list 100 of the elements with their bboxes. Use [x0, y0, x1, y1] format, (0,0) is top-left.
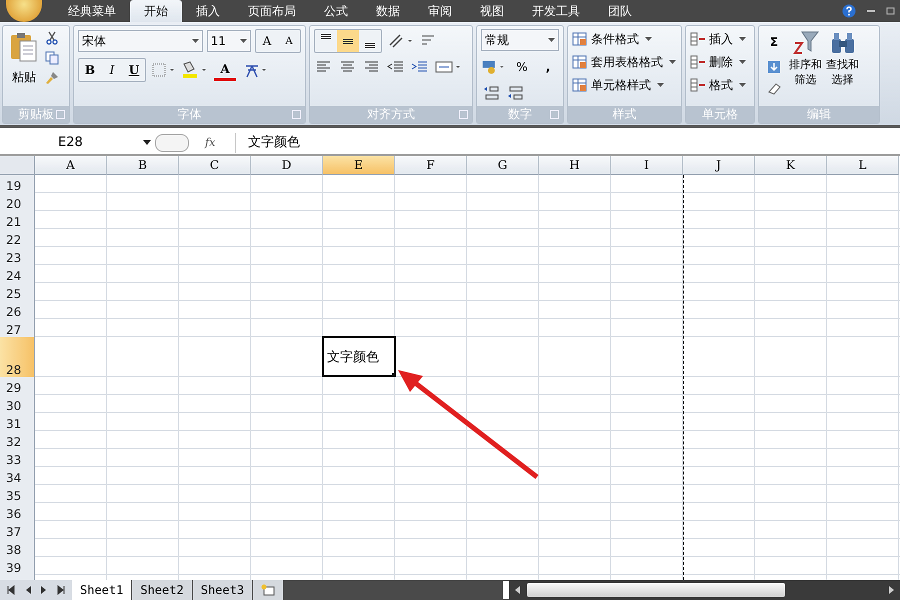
- autosum-button[interactable]: Σ: [763, 31, 785, 53]
- insert-sheet-tab[interactable]: [253, 580, 284, 600]
- shrink-font-button[interactable]: A: [278, 30, 300, 52]
- row-header[interactable]: 38: [0, 539, 35, 557]
- bold-button[interactable]: B: [79, 59, 101, 81]
- help-icon[interactable]: [842, 4, 856, 18]
- column-header[interactable]: K: [755, 156, 827, 175]
- format-painter-icon[interactable]: [45, 71, 59, 85]
- cut-icon[interactable]: [45, 31, 59, 45]
- last-sheet-icon[interactable]: [56, 585, 66, 595]
- row-header[interactable]: 24: [0, 265, 35, 283]
- split-handle[interactable]: [503, 581, 510, 599]
- row-header[interactable]: 32: [0, 431, 35, 449]
- scrollbar-thumb[interactable]: [527, 583, 786, 597]
- row-header[interactable]: 27: [0, 319, 35, 337]
- ribbon-tab[interactable]: 插入: [182, 0, 234, 22]
- row-header[interactable]: 33: [0, 449, 35, 467]
- fill-handle[interactable]: [392, 373, 396, 377]
- ribbon-tab[interactable]: 公式: [310, 0, 362, 22]
- font-color-button[interactable]: A: [214, 59, 236, 81]
- ribbon-tab[interactable]: 团队: [594, 0, 646, 22]
- ribbon-tab[interactable]: 数据: [362, 0, 414, 22]
- number-format-field[interactable]: 常规: [481, 29, 559, 51]
- row-header[interactable]: 23: [0, 247, 35, 265]
- column-header[interactable]: F: [395, 156, 467, 175]
- caret-icon: [548, 38, 555, 42]
- grow-font-button[interactable]: A: [256, 30, 278, 52]
- row-header[interactable]: 37: [0, 521, 35, 539]
- next-sheet-icon[interactable]: [40, 585, 48, 595]
- cells-icon: [690, 77, 706, 93]
- row-header[interactable]: 20: [0, 193, 35, 211]
- row-header[interactable]: 26: [0, 301, 35, 319]
- cells-menu-button[interactable]: 格式: [690, 75, 750, 95]
- sheet-tab[interactable]: Sheet3: [192, 580, 254, 600]
- ribbon-tab[interactable]: 审阅: [414, 0, 466, 22]
- row-header[interactable]: 34: [0, 467, 35, 485]
- sort-filter-button[interactable]: 排序和 筛选: [789, 29, 822, 87]
- ribbon-tab[interactable]: 经典菜单: [54, 0, 130, 22]
- column-header[interactable]: G: [467, 156, 539, 175]
- eraser-icon[interactable]: [766, 81, 782, 97]
- column-header[interactable]: D: [251, 156, 323, 175]
- column-header[interactable]: H: [539, 156, 611, 175]
- middle-align-button[interactable]: [337, 30, 359, 52]
- scroll-left-icon[interactable]: [513, 585, 522, 595]
- row-header[interactable]: 28: [0, 337, 35, 377]
- paste-button[interactable]: 粘贴: [7, 29, 41, 88]
- insert-function-button[interactable]: fx: [205, 136, 216, 149]
- row-header[interactable]: 30: [0, 395, 35, 413]
- style-menu-button[interactable]: 套用表格格式: [572, 52, 677, 72]
- row-header[interactable]: 19: [0, 175, 35, 193]
- row-header[interactable]: 31: [0, 413, 35, 431]
- column-header[interactable]: B: [107, 156, 179, 175]
- style-menu-button[interactable]: 条件格式: [572, 29, 677, 49]
- office-button[interactable]: [6, 0, 42, 22]
- first-sheet-icon[interactable]: [6, 585, 16, 595]
- row-header[interactable]: 21: [0, 211, 35, 229]
- ribbon-tab[interactable]: 视图: [466, 0, 518, 22]
- row-header[interactable]: 35: [0, 485, 35, 503]
- active-cell-text[interactable]: 文字颜色: [322, 336, 396, 377]
- ribbon-tab[interactable]: 开发工具: [518, 0, 594, 22]
- comma-button[interactable]: ,: [537, 56, 559, 78]
- caret-icon: [645, 37, 652, 41]
- row-header[interactable]: 29: [0, 377, 35, 395]
- find-select-button[interactable]: 查找和 选择: [826, 29, 859, 87]
- name-box[interactable]: E28: [0, 135, 155, 150]
- fill-down-icon[interactable]: [766, 59, 782, 75]
- row-header[interactable]: 25: [0, 283, 35, 301]
- row-header[interactable]: 22: [0, 229, 35, 247]
- cells-menu-button[interactable]: 删除: [690, 52, 750, 72]
- cells-menu-button[interactable]: 插入: [690, 29, 750, 49]
- horizontal-scrollbar[interactable]: [509, 580, 900, 600]
- ribbon-tab[interactable]: 开始: [130, 0, 182, 22]
- italic-button[interactable]: I: [101, 59, 123, 81]
- scroll-right-icon[interactable]: [888, 585, 896, 595]
- group-label: 对齐方式: [367, 106, 415, 123]
- minimize-icon[interactable]: [866, 9, 876, 13]
- previous-sheet-icon[interactable]: [24, 585, 32, 595]
- cells-icon: [690, 31, 706, 47]
- column-header[interactable]: C: [179, 156, 251, 175]
- underline-button[interactable]: U: [123, 59, 145, 81]
- style-menu-button[interactable]: 单元格样式: [572, 75, 677, 95]
- row-header[interactable]: 39: [0, 557, 35, 575]
- column-header[interactable]: J: [683, 156, 755, 175]
- column-header[interactable]: A: [35, 156, 107, 175]
- sheet-tab[interactable]: Sheet2: [132, 580, 193, 600]
- caret-icon: [739, 83, 746, 87]
- font-size-field[interactable]: 11: [206, 30, 251, 52]
- percent-button[interactable]: %: [511, 56, 533, 78]
- column-header[interactable]: I: [611, 156, 683, 175]
- formula-input[interactable]: 文字颜色: [235, 132, 900, 152]
- column-header[interactable]: L: [827, 156, 899, 175]
- font-name-field[interactable]: 宋体: [78, 30, 203, 52]
- ribbon-tab[interactable]: 页面布局: [234, 0, 310, 22]
- caret-icon: [192, 39, 199, 43]
- formula-bar-handle[interactable]: [155, 134, 189, 152]
- sheet-tab[interactable]: Sheet1: [72, 580, 132, 600]
- column-header[interactable]: E: [323, 156, 395, 175]
- restore-icon[interactable]: [886, 6, 896, 16]
- copy-icon[interactable]: [45, 51, 59, 65]
- row-header[interactable]: 36: [0, 503, 35, 521]
